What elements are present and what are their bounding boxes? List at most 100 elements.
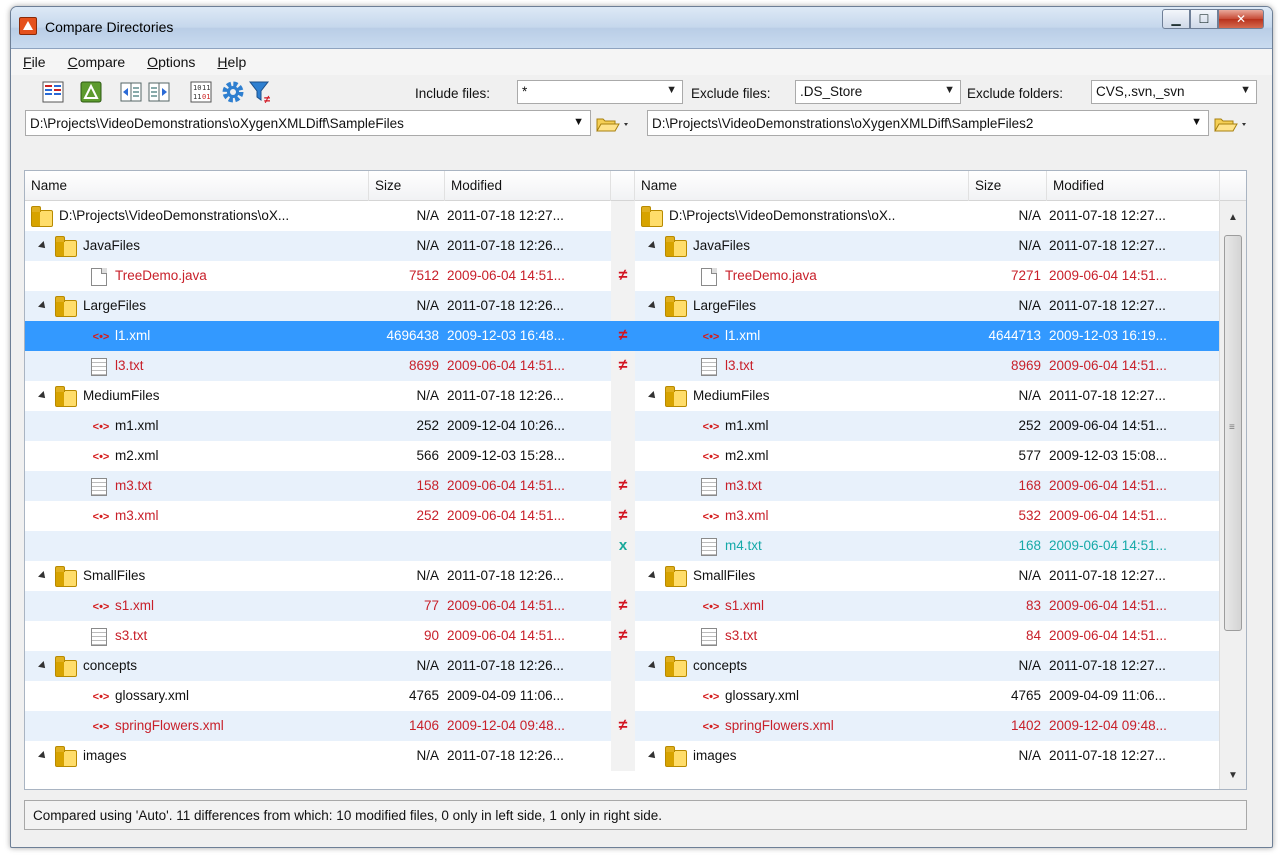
- scrollbar-thumb[interactable]: ≡: [1224, 235, 1242, 631]
- expand-triangle-icon[interactable]: [648, 571, 658, 581]
- table-row[interactable]: <•> springFlowers.xml 1406 2009-12-04 09:48…: [25, 711, 1220, 741]
- table-row[interactable]: <•> glossary.xml 4765 2009-04-09 11:06... <•…: [25, 681, 1220, 711]
- minimize-button[interactable]: ▁: [1162, 9, 1190, 29]
- right-file-size: 168: [1018, 478, 1041, 493]
- close-button[interactable]: ✕: [1218, 9, 1264, 29]
- right-path-combo[interactable]: D:\Projects\VideoDemonstrations\oXygenXM…: [647, 110, 1209, 136]
- xml-file-icon: <•>: [702, 511, 720, 523]
- left-file-size: 8699: [408, 358, 439, 373]
- right-file-modified: 2009-12-03 15:08...: [1049, 448, 1167, 463]
- diff-marker: [611, 651, 635, 681]
- left-modified-column-header[interactable]: Modified: [445, 171, 611, 201]
- diff-marker: [611, 441, 635, 471]
- window-title: Compare Directories: [45, 19, 174, 35]
- scroll-up-icon[interactable]: ▲: [1220, 209, 1246, 227]
- table-row[interactable]: m3.txt 158 2009-06-04 14:51... m3.txt 168 200…: [25, 471, 1220, 501]
- table-row[interactable]: JavaFiles N/A 2011-07-18 12:26... JavaFiles…: [25, 231, 1220, 261]
- expand-triangle-icon[interactable]: [38, 241, 48, 251]
- svg-text:11: 11: [202, 84, 210, 92]
- left-file-name: SmallFiles: [83, 568, 146, 583]
- compare-button[interactable]: [41, 80, 65, 104]
- expand-triangle-icon[interactable]: [648, 301, 658, 311]
- right-browse-button[interactable]: [1213, 115, 1251, 135]
- left-name-column-header[interactable]: Name: [25, 171, 369, 201]
- table-row[interactable]: l3.txt 8699 2009-06-04 14:51... l3.txt 8969 2…: [25, 351, 1220, 381]
- table-row[interactable]: D:\Projects\VideoDemonstrations\oX... N/A…: [25, 201, 1220, 231]
- file-icon: [701, 268, 717, 286]
- table-row[interactable]: LargeFiles N/A 2011-07-18 12:26... LargeFil…: [25, 291, 1220, 321]
- options-button[interactable]: [221, 80, 245, 104]
- left-file-name: l1.xml: [115, 328, 151, 343]
- diff-marker: [611, 681, 635, 711]
- menu-options[interactable]: Options: [147, 54, 195, 70]
- expand-triangle-icon[interactable]: [38, 391, 48, 401]
- expand-triangle-icon[interactable]: [648, 751, 658, 761]
- left-file-name: concepts: [83, 658, 138, 673]
- right-file-size: 577: [1018, 448, 1041, 463]
- diff-marker: [611, 561, 635, 591]
- folder-icon: [55, 386, 77, 407]
- left-file-size: N/A: [416, 658, 439, 673]
- left-file-size: N/A: [416, 748, 439, 763]
- maximize-button[interactable]: ☐: [1190, 9, 1218, 29]
- title-bar[interactable]: Compare Directories ▁ ☐ ✕: [11, 7, 1272, 49]
- table-row[interactable]: TreeDemo.java 7512 2009-06-04 14:51... Tree…: [25, 261, 1220, 291]
- vertical-scrollbar[interactable]: ▲ ≡ ▼: [1219, 201, 1246, 789]
- table-row[interactable]: <•> m2.xml 566 2009-12-03 15:28... <•> m2.xml…: [25, 441, 1220, 471]
- table-row[interactable]: images N/A 2011-07-18 12:26... images N/A 201…: [25, 741, 1220, 771]
- comparison-table[interactable]: Name Size Modified Name Size Modified D:…: [24, 170, 1247, 790]
- text-file-icon: [701, 358, 717, 376]
- binary-compare-button[interactable]: 10 11 11 01: [189, 80, 213, 104]
- xml-file-icon: <•>: [92, 511, 110, 523]
- not-equal-icon: ≠: [611, 501, 635, 531]
- expand-triangle-icon[interactable]: [38, 571, 48, 581]
- left-browse-button[interactable]: [595, 115, 633, 135]
- left-path-combo[interactable]: D:\Projects\VideoDemonstrations\oXygenXM…: [25, 110, 591, 136]
- table-row[interactable]: <•> l1.xml 4696438 2009-12-03 16:48... <•> l1…: [25, 321, 1220, 351]
- chevron-down-icon: ▼: [573, 116, 584, 128]
- left-file-modified: 2011-07-18 12:26...: [447, 568, 564, 583]
- table-row[interactable]: concepts N/A 2011-07-18 12:26... concepts N/…: [25, 651, 1220, 681]
- expand-triangle-icon[interactable]: [38, 301, 48, 311]
- include-files-combo[interactable]: * ▼: [517, 80, 683, 104]
- right-size-column-header[interactable]: Size: [969, 171, 1047, 201]
- scroll-down-icon[interactable]: ▼: [1220, 767, 1246, 785]
- right-modified-column-header[interactable]: Modified: [1047, 171, 1220, 201]
- left-file-name: m3.txt: [115, 478, 152, 493]
- left-file-modified: 2009-12-03 15:28...: [447, 448, 565, 463]
- expand-triangle-icon[interactable]: [38, 661, 48, 671]
- chevron-down-icon: ▼: [944, 84, 955, 96]
- table-row[interactable]: s3.txt 90 2009-06-04 14:51... s3.txt 84 2009-…: [25, 621, 1220, 651]
- menu-help[interactable]: Help: [217, 54, 246, 70]
- copy-to-left-button[interactable]: [119, 80, 143, 104]
- expand-triangle-icon[interactable]: [648, 391, 658, 401]
- copy-to-right-button[interactable]: [147, 80, 171, 104]
- include-files-label: Include files:: [415, 86, 491, 101]
- table-row[interactable]: <•> m3.xml 252 2009-06-04 14:51... <•> m3.xml…: [25, 501, 1220, 531]
- oxygen-logo-icon: [80, 81, 102, 103]
- table-row[interactable]: SmallFiles N/A 2011-07-18 12:26... SmallFil…: [25, 561, 1220, 591]
- exclude-folders-combo[interactable]: CVS,.svn,_svn ▼: [1091, 80, 1257, 104]
- left-size-column-header[interactable]: Size: [369, 171, 445, 201]
- left-file-modified: 2011-07-18 12:27...: [447, 208, 564, 223]
- table-row[interactable]: MediumFiles N/A 2011-07-18 12:26... MediumF…: [25, 381, 1220, 411]
- expand-triangle-icon[interactable]: [648, 661, 658, 671]
- expand-triangle-icon[interactable]: [648, 241, 658, 251]
- filter-differences-button[interactable]: ≠: [249, 80, 273, 104]
- right-file-modified: 2011-07-18 12:27...: [1049, 568, 1166, 583]
- exclude-files-combo[interactable]: .DS_Store ▼: [795, 80, 961, 104]
- right-name-column-header[interactable]: Name: [635, 171, 969, 201]
- oxygen-diff-button[interactable]: [79, 80, 103, 104]
- table-row[interactable]: <•> s1.xml 77 2009-06-04 14:51... <•> s1.xml 8…: [25, 591, 1220, 621]
- left-file-size: N/A: [416, 238, 439, 253]
- menu-file[interactable]: File: [23, 54, 46, 70]
- right-file-name: LargeFiles: [693, 298, 757, 313]
- table-row[interactable]: <•> m1.xml 252 2009-12-04 10:26... <•> m1.xml…: [25, 411, 1220, 441]
- table-row[interactable]: m4.txt 168 2009-06-04 14:51... x: [25, 531, 1220, 561]
- expand-triangle-icon[interactable]: [38, 751, 48, 761]
- folder-icon: [55, 236, 77, 257]
- status-bar: Compared using 'Auto'. 11 differences fr…: [24, 800, 1247, 830]
- menu-compare[interactable]: Compare: [68, 54, 126, 70]
- left-file-size: 4765: [408, 688, 439, 703]
- left-file-modified: 2009-12-03 16:48...: [447, 328, 565, 343]
